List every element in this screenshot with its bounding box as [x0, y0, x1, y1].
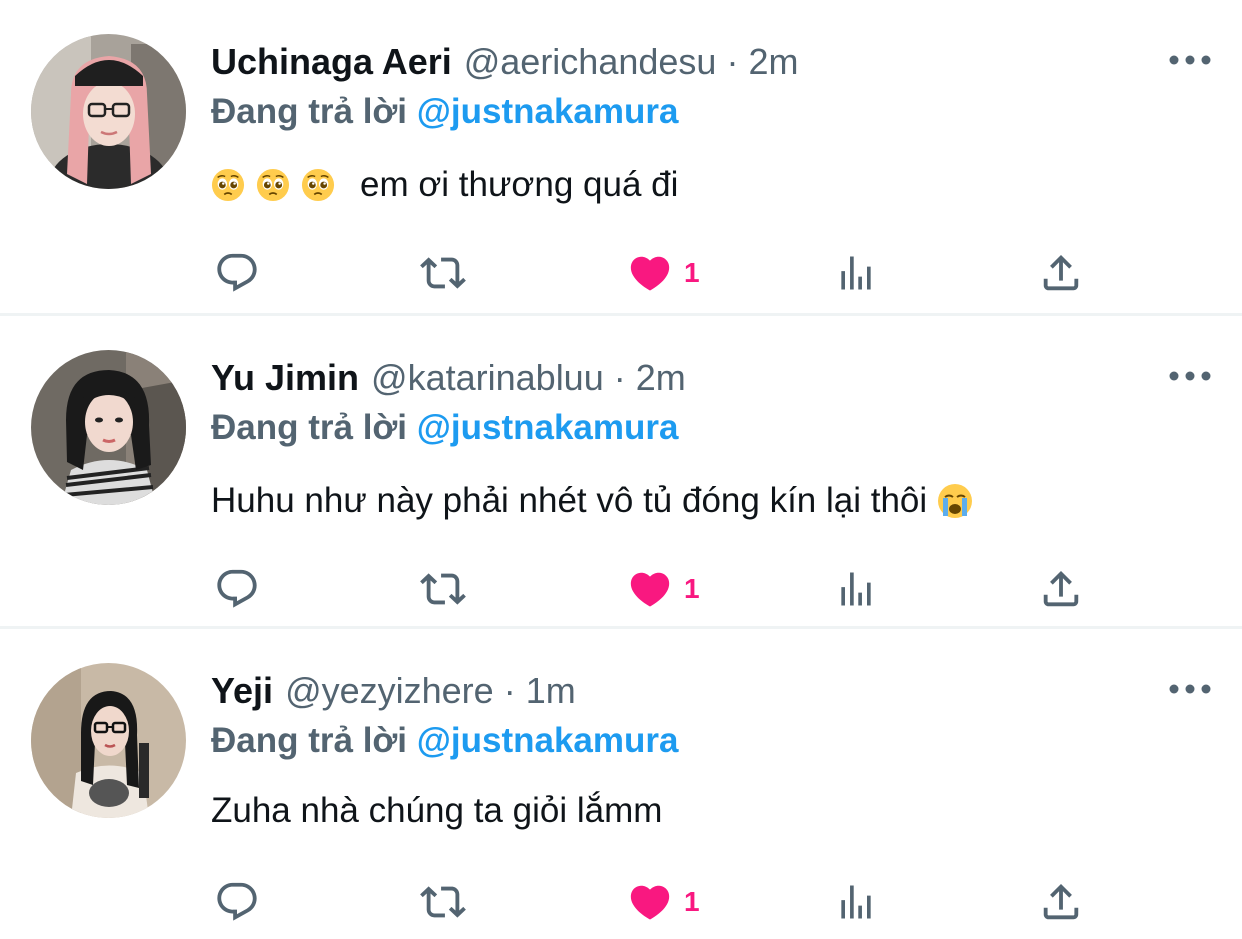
share-button[interactable] — [1038, 877, 1084, 927]
reply-icon — [217, 253, 257, 292]
separator-dot: · — [726, 41, 739, 82]
replying-to-label: Đang trả lời — [211, 408, 408, 447]
more-options-icon[interactable] — [1168, 48, 1212, 72]
retweet-icon — [420, 573, 466, 605]
avatar[interactable] — [31, 34, 186, 189]
display-name[interactable]: Yeji — [211, 669, 273, 713]
more-options-icon[interactable] — [1168, 364, 1212, 388]
separator-dot: · — [613, 357, 626, 398]
avatar[interactable] — [31, 663, 186, 818]
timestamp[interactable]: 2m — [748, 40, 798, 84]
analytics-icon — [841, 256, 871, 290]
avatar-photo — [31, 350, 186, 505]
like-count: 1 — [684, 257, 700, 288]
reply-button[interactable] — [214, 248, 260, 298]
tweet-body-text: Huhu như này phải nhét vô tủ đóng kín lạ… — [211, 481, 928, 520]
retweet-button[interactable] — [416, 564, 470, 614]
reply-button[interactable] — [214, 564, 260, 614]
replying-to: Đang trả lời @justnakamura — [211, 406, 678, 450]
views-button[interactable] — [834, 877, 878, 927]
display-name[interactable]: Uchinaga Aeri — [211, 40, 452, 84]
emoji-group — [211, 168, 346, 202]
timestamp[interactable]: 1m — [526, 669, 576, 713]
like-count: 1 — [684, 886, 700, 917]
tweet[interactable]: Uchinaga Aeri @aerichandesu · 2m Đang tr… — [0, 0, 1242, 313]
heart-filled-icon — [630, 572, 670, 607]
like-button[interactable]: 1 — [626, 564, 700, 614]
tweet-header: Uchinaga Aeri @aerichandesu · 2m — [211, 40, 798, 84]
tweet-header: Yeji @yezyizhere · 1m — [211, 669, 576, 713]
views-button[interactable] — [834, 248, 878, 298]
like-button[interactable]: 1 — [626, 877, 700, 927]
tweet-body-text: em ơi thương quá đi — [360, 165, 679, 204]
share-icon — [1043, 254, 1079, 291]
pleading-face-icon — [301, 168, 335, 202]
user-handle[interactable]: @aerichandesu — [464, 40, 717, 84]
replying-to-label: Đang trả lời — [211, 721, 408, 760]
tweet-header: Yu Jimin @katarinabluu · 2m — [211, 356, 686, 400]
separator-dot: · — [503, 670, 516, 711]
retweet-icon — [420, 886, 466, 918]
tweet[interactable]: Yeji @yezyizhere · 1m Đang trả lời @just… — [0, 626, 1242, 939]
share-icon — [1043, 570, 1079, 607]
replying-to: Đang trả lời @justnakamura — [211, 719, 678, 763]
tweet-body-text: Zuha nhà chúng ta giỏi lắmm — [211, 791, 663, 830]
tweet-actions: 1 — [0, 248, 1242, 298]
replying-to-user-link[interactable]: @justnakamura — [417, 721, 679, 760]
user-handle[interactable]: @katarinabluu — [371, 356, 604, 400]
timestamp[interactable]: 2m — [636, 356, 686, 400]
analytics-icon — [841, 572, 871, 606]
tweet-text: Zuha nhà chúng ta giỏi lắmm — [211, 789, 662, 833]
tweet-text: Huhu như này phải nhét vô tủ đóng kín lạ… — [211, 479, 973, 523]
retweet-button[interactable] — [416, 248, 470, 298]
views-button[interactable] — [834, 564, 878, 614]
reply-button[interactable] — [214, 877, 260, 927]
tweet-actions: 1 — [0, 564, 1242, 614]
avatar[interactable] — [31, 350, 186, 505]
avatar-photo — [31, 663, 186, 818]
tweet-text: em ơi thương quá đi — [211, 163, 678, 207]
reply-icon — [217, 882, 257, 921]
share-button[interactable] — [1038, 564, 1084, 614]
pleading-face-icon — [256, 168, 290, 202]
pleading-face-icon — [211, 168, 245, 202]
retweet-button[interactable] — [416, 877, 470, 927]
replying-to-user-link[interactable]: @justnakamura — [417, 92, 679, 131]
avatar-photo — [31, 34, 186, 189]
tweet-actions: 1 — [0, 877, 1242, 927]
heart-filled-icon — [630, 885, 670, 920]
loudly-crying-face-icon — [937, 483, 973, 519]
replying-to-user-link[interactable]: @justnakamura — [417, 408, 679, 447]
heart-filled-icon — [630, 256, 670, 291]
analytics-icon — [841, 885, 871, 919]
share-icon — [1043, 883, 1079, 920]
reply-icon — [217, 569, 257, 608]
more-options-icon[interactable] — [1168, 677, 1212, 701]
display-name[interactable]: Yu Jimin — [211, 356, 359, 400]
replying-to-label: Đang trả lời — [211, 92, 408, 131]
share-button[interactable] — [1038, 248, 1084, 298]
like-button[interactable]: 1 — [626, 248, 700, 298]
tweet[interactable]: Yu Jimin @katarinabluu · 2m Đang trả lời… — [0, 313, 1242, 626]
like-count: 1 — [684, 573, 700, 604]
replying-to: Đang trả lời @justnakamura — [211, 90, 678, 134]
user-handle[interactable]: @yezyizhere — [285, 669, 494, 713]
retweet-icon — [420, 257, 466, 289]
